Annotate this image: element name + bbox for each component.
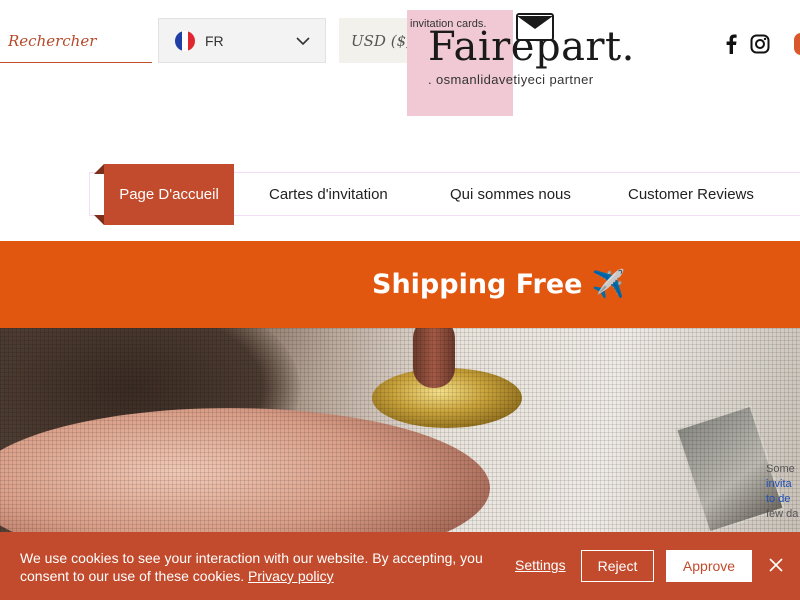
reject-button[interactable]: Reject <box>581 550 654 582</box>
nav-item-home[interactable]: Page D'accueil <box>104 164 234 225</box>
hero-side-line: Some <box>766 463 795 475</box>
search-input[interactable]: Rechercher <box>0 20 152 63</box>
language-code: FR <box>205 32 224 49</box>
language-selector[interactable]: FR <box>158 18 326 63</box>
cart-badge[interactable] <box>794 33 800 55</box>
instagram-icon[interactable] <box>749 33 771 55</box>
nav-item-about[interactable]: Qui sommes nous <box>450 164 571 225</box>
envelope-icon <box>516 13 554 41</box>
hero-image: Some invita to de few da <box>0 328 800 532</box>
approve-button[interactable]: Approve <box>666 550 752 582</box>
shipping-banner-text: Shipping Free ✈️ <box>372 269 626 300</box>
hero-stamp-handle <box>413 328 455 388</box>
hero-wax-seal-stamp <box>372 368 522 428</box>
cookie-settings-link[interactable]: Settings <box>515 557 566 573</box>
hero-side-line[interactable]: to de <box>766 492 798 507</box>
nav-item-reviews[interactable]: Customer Reviews <box>628 164 754 225</box>
nav-item-invitation-cards[interactable]: Cartes d'invitation <box>269 164 388 225</box>
hero-side-line[interactable]: invita <box>766 477 798 492</box>
france-flag-icon <box>175 30 195 51</box>
hero-hair-shape <box>0 328 300 488</box>
cookie-message: We use cookies to see your interaction w… <box>20 549 490 585</box>
close-icon[interactable] <box>768 557 784 573</box>
hero-side-text: Some invita to de few da <box>766 462 798 522</box>
facebook-icon[interactable] <box>720 33 742 55</box>
hero-side-line: few da <box>766 508 799 520</box>
search-placeholder: Rechercher <box>8 32 97 50</box>
hero-hand-shape <box>0 408 490 532</box>
privacy-policy-link[interactable]: Privacy policy <box>248 568 334 584</box>
logo-tagline: . osmanlidavetiyeci partner <box>428 72 594 87</box>
currency-value: USD ($) <box>351 31 412 50</box>
chevron-down-icon <box>296 37 310 46</box>
nav-ribbon-fold-bottom <box>94 215 104 225</box>
nav-ribbon-fold-top <box>94 164 104 174</box>
